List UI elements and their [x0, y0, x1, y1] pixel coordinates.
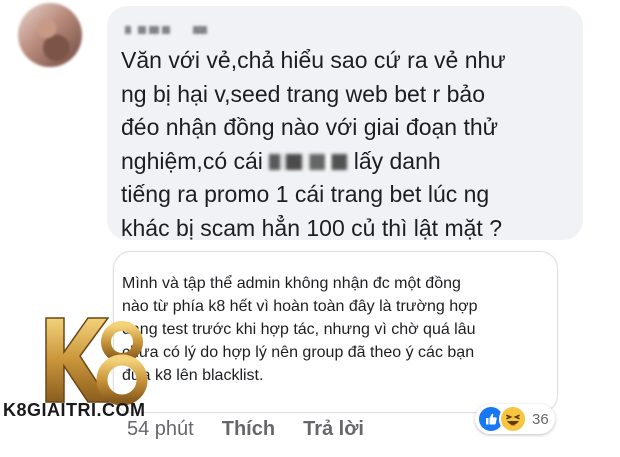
- comment-line: Văn với vẻ,chả hiểu sao cứ ra vẻ như: [121, 47, 506, 73]
- comment-line-part: nghiệm,có cái: [121, 147, 270, 174]
- k8-logo-mark: [45, 317, 148, 406]
- reply-line: đang test trước khi hợp tác, nhưng vì ch…: [122, 321, 476, 338]
- reply-line: chưa có lý do hợp lý nên group đã theo ý…: [122, 344, 475, 361]
- reply-button[interactable]: Trả lời: [303, 418, 364, 441]
- reply-text: Mình và tập thể admin không nhận đc một …: [122, 272, 552, 387]
- comment-time[interactable]: 54 phút: [127, 418, 194, 441]
- reply-line: nào từ phía k8 hết vì hoàn toàn đây là t…: [122, 298, 478, 315]
- comment-line-part: lấy danh: [347, 147, 441, 174]
- comment-line: tiếng ra promo 1 cái trang bet lúc ng: [121, 181, 490, 207]
- censored-name: [269, 154, 348, 171]
- like-button[interactable]: Thích: [222, 418, 275, 441]
- comment-line: khác bị scam hẳn 100 củ thì lật mặt ?: [121, 214, 502, 241]
- haha-icon-glyph: [506, 414, 520, 426]
- avatar[interactable]: [18, 3, 82, 67]
- comment-bubble: Văn với vẻ,chả hiểu sao cứ ra vẻ như ng …: [107, 6, 583, 241]
- reply-line: Mình và tập thể admin không nhận đc một …: [122, 275, 461, 292]
- comment-line: nghiệm,có cái lấy danh: [121, 145, 579, 179]
- author-name-blurred[interactable]: [125, 23, 207, 37]
- reply-line: đưa k8 lên blacklist.: [122, 367, 264, 384]
- comment-actions: 54 phút Thích Trả lời: [127, 416, 364, 442]
- comment-line: ng bị hại v,seed trang web bet r bảo: [121, 80, 485, 107]
- reaction-count: 36: [532, 410, 549, 428]
- reply-card: Mình và tập thể admin không nhận đc một …: [113, 251, 558, 413]
- comment-text: Văn với vẻ,chả hiểu sao cứ ra vẻ như ng …: [121, 44, 579, 245]
- haha-icon: [499, 405, 527, 433]
- comment-line: đéo nhận đồng nào với giai đoạn thử: [121, 114, 499, 140]
- like-icon-glyph: [486, 413, 497, 425]
- reactions-summary[interactable]: 36: [475, 404, 555, 434]
